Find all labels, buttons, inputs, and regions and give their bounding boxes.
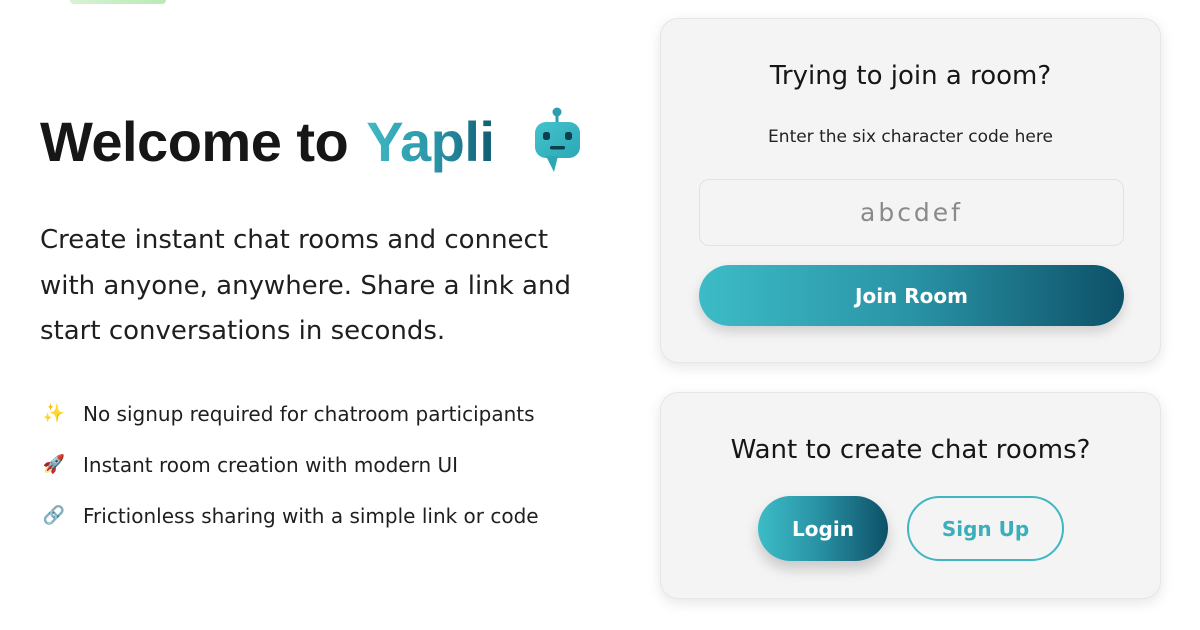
rocket-icon: 🚀 — [42, 454, 66, 475]
hero-tagline: Create instant chat rooms and connect wi… — [40, 225, 571, 346]
sparkles-icon: ✨ — [42, 403, 66, 424]
title-prefix: Welcome to — [40, 110, 349, 173]
link-icon: 🔗 — [42, 505, 66, 526]
page-title: Welcome to Yapli — [40, 104, 630, 180]
feature-text: Instant room creation with modern UI — [83, 452, 459, 477]
create-card-title: Want to create chat rooms? — [730, 435, 1091, 465]
sign-up-button[interactable]: Sign Up — [907, 496, 1064, 561]
join-card-subtitle: Enter the six character code here — [768, 127, 1053, 147]
feature-item-sharing: 🔗 Frictionless sharing with a simple lin… — [40, 490, 539, 541]
join-card-title: Trying to join a room? — [769, 61, 1052, 91]
login-button[interactable]: Login — [758, 496, 888, 561]
join-room-button[interactable]: Join Room — [699, 265, 1124, 326]
logo-fragment — [70, 0, 166, 4]
join-room-card: Trying to join a room? Enter the six cha… — [660, 18, 1161, 363]
feature-item-no-signup: ✨ No signup required for chatroom partic… — [40, 388, 539, 439]
feature-item-instant-room: 🚀 Instant room creation with modern UI — [40, 439, 539, 490]
create-rooms-card: Want to create chat rooms? Login Sign Up — [660, 392, 1161, 599]
chat-bot-icon — [535, 107, 581, 172]
feature-text: No signup required for chatroom particip… — [83, 401, 535, 426]
brand-name: Yapli — [366, 104, 495, 180]
feature-text: Frictionless sharing with a simple link … — [83, 503, 539, 528]
feature-list: ✨ No signup required for chatroom partic… — [40, 388, 539, 541]
room-code-input[interactable] — [699, 179, 1124, 246]
hero-section: Welcome to Yapli — [40, 104, 630, 180]
top-nav-fragment — [70, 0, 170, 4]
